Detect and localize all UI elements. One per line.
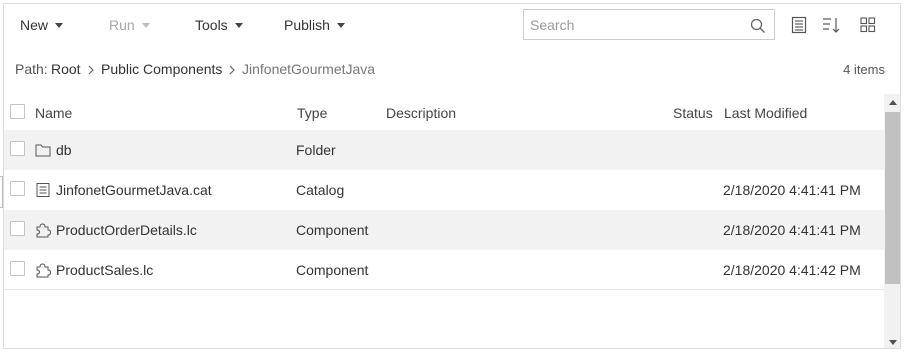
tools-menu-button[interactable]: Tools [195, 16, 243, 34]
vertical-scrollbar[interactable] [884, 94, 900, 348]
row-name: JinfonetGourmetJava.cat [56, 182, 212, 198]
breadcrumb-current: JinfonetGourmetJava [242, 61, 376, 77]
sort-icon[interactable] [822, 16, 840, 34]
table-header: Name Type Description Status Last Modifi… [4, 94, 884, 130]
row-checkbox[interactable] [10, 261, 25, 276]
item-count: 4 items [843, 62, 885, 77]
search-icon[interactable] [750, 18, 766, 34]
path-prefix: Path: [15, 61, 48, 77]
row-modified: 2/18/2020 4:41:41 PM [723, 182, 861, 198]
search-box [523, 9, 775, 40]
table-row[interactable]: ProductOrderDetails.lc Component 2/18/20… [4, 210, 884, 250]
chevron-right-icon [229, 65, 235, 75]
details-view-icon[interactable] [790, 16, 808, 34]
tools-menu-label: Tools [195, 17, 228, 33]
scroll-up-icon[interactable] [889, 100, 897, 105]
thumbnail-view-icon[interactable] [859, 16, 877, 34]
table-row[interactable]: db Folder [4, 130, 884, 170]
publish-menu-button[interactable]: Publish [284, 16, 345, 34]
component-icon [36, 263, 51, 278]
caret-down-icon [141, 23, 150, 28]
toolbar: New Run Tools Publish [4, 4, 900, 48]
scrollbar-thumb[interactable] [885, 112, 900, 284]
row-type: Component [296, 222, 369, 238]
new-menu-label: New [20, 17, 49, 33]
run-menu-button[interactable]: Run [109, 16, 150, 34]
row-name: ProductOrderDetails.lc [56, 222, 197, 238]
row-type: Folder [296, 142, 336, 158]
chevron-right-icon [88, 65, 94, 75]
row-type: Catalog [296, 182, 345, 198]
caret-down-icon [55, 23, 64, 28]
row-type: Component [296, 262, 369, 278]
table-row[interactable]: ProductSales.lc Component 2/18/2020 4:41… [4, 250, 884, 290]
caret-down-icon [234, 23, 243, 28]
select-all-checkbox[interactable] [10, 104, 25, 119]
breadcrumb-public-components[interactable]: Public Components [101, 61, 222, 77]
new-menu-button[interactable]: New [20, 16, 64, 34]
publish-menu-label: Publish [284, 17, 330, 33]
row-checkbox[interactable] [10, 181, 25, 196]
scroll-down-icon[interactable] [889, 340, 897, 345]
file-table: Name Type Description Status Last Modifi… [4, 94, 884, 348]
component-icon [36, 223, 51, 238]
table-row[interactable]: JinfonetGourmetJava.cat Catalog 2/18/202… [4, 170, 884, 210]
column-header-name[interactable]: Name [35, 105, 72, 121]
row-checkbox[interactable] [10, 221, 25, 236]
caret-down-icon [336, 23, 345, 28]
row-modified: 2/18/2020 4:41:42 PM [723, 262, 861, 278]
catalog-icon [36, 183, 50, 197]
column-header-last-modified[interactable]: Last Modified [724, 105, 807, 121]
run-menu-label: Run [109, 17, 135, 33]
breadcrumb: Path: Root Public Components JinfonetGou… [4, 56, 900, 82]
row-name: ProductSales.lc [56, 262, 154, 278]
search-input[interactable] [524, 10, 744, 39]
column-header-type[interactable]: Type [297, 105, 327, 121]
repository-panel: New Run Tools Publish Search Path: Root … [3, 3, 901, 349]
folder-icon [35, 144, 51, 157]
row-checkbox[interactable] [10, 141, 25, 156]
row-modified: 2/18/2020 4:41:41 PM [723, 222, 861, 238]
breadcrumb-root[interactable]: Root [51, 61, 81, 77]
column-header-status[interactable]: Status [673, 105, 713, 121]
column-header-description[interactable]: Description [386, 105, 456, 121]
row-name: db [56, 142, 72, 158]
